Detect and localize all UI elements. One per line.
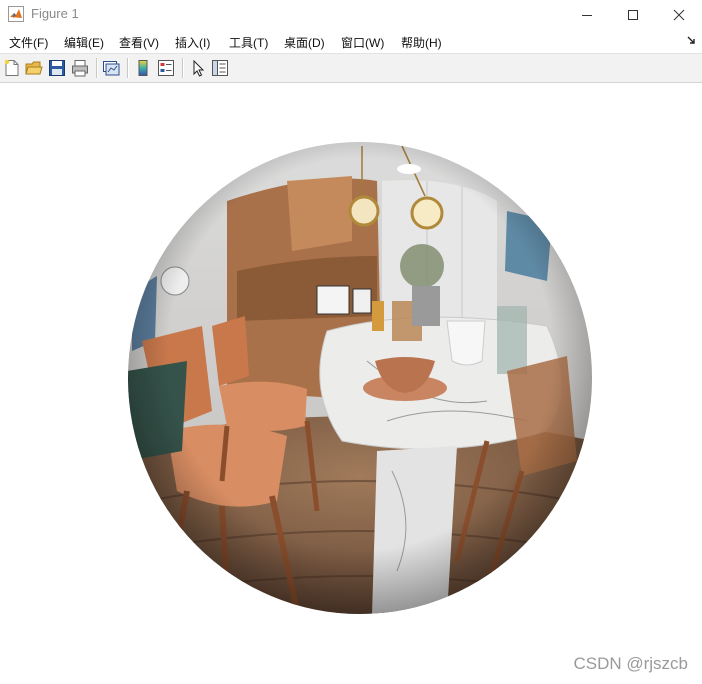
dock-arrow-icon[interactable] <box>686 35 696 45</box>
fisheye-image <box>128 142 592 614</box>
new-figure-icon[interactable] <box>3 59 21 77</box>
figure-toolbar <box>0 54 702 83</box>
figure-canvas[interactable]: CSDN @rjszcb <box>0 83 702 684</box>
toolbar-separator <box>127 58 129 78</box>
menu-desktop[interactable]: 桌面(D) <box>284 34 325 51</box>
menu-insert[interactable]: 插入(I) <box>175 34 210 51</box>
close-button[interactable] <box>656 0 702 29</box>
save-icon[interactable] <box>48 59 66 77</box>
print-icon[interactable] <box>71 59 89 77</box>
watermark: CSDN @rjszcb <box>573 654 688 673</box>
maximize-icon <box>628 9 638 20</box>
matlab-logo-icon <box>8 6 24 22</box>
legend-icon[interactable] <box>157 59 175 77</box>
toolbar-separator <box>96 58 98 78</box>
open-file-icon[interactable] <box>25 59 43 77</box>
title-bar: Figure 1 <box>0 0 702 29</box>
close-icon <box>673 9 685 20</box>
menu-edit[interactable]: 编辑(E) <box>64 34 104 51</box>
menu-view[interactable]: 查看(V) <box>119 34 159 51</box>
property-inspector-icon[interactable] <box>211 59 229 77</box>
toolbar-separator <box>182 58 184 78</box>
colorbar-icon[interactable] <box>134 59 152 77</box>
menu-file[interactable]: 文件(F) <box>9 34 48 51</box>
link-plot-icon[interactable] <box>102 59 120 77</box>
minimize-icon <box>582 14 592 16</box>
maximize-button[interactable] <box>610 0 656 29</box>
menu-tools[interactable]: 工具(T) <box>229 34 268 51</box>
menu-bar: 文件(F) 编辑(E) 查看(V) 插入(I) 工具(T) 桌面(D) 窗口(W… <box>0 29 702 54</box>
edit-plot-icon[interactable] <box>189 59 207 77</box>
menu-window[interactable]: 窗口(W) <box>341 34 384 51</box>
menu-help[interactable]: 帮助(H) <box>401 34 442 51</box>
window-title: Figure 1 <box>31 6 79 21</box>
minimize-button[interactable] <box>564 0 610 29</box>
